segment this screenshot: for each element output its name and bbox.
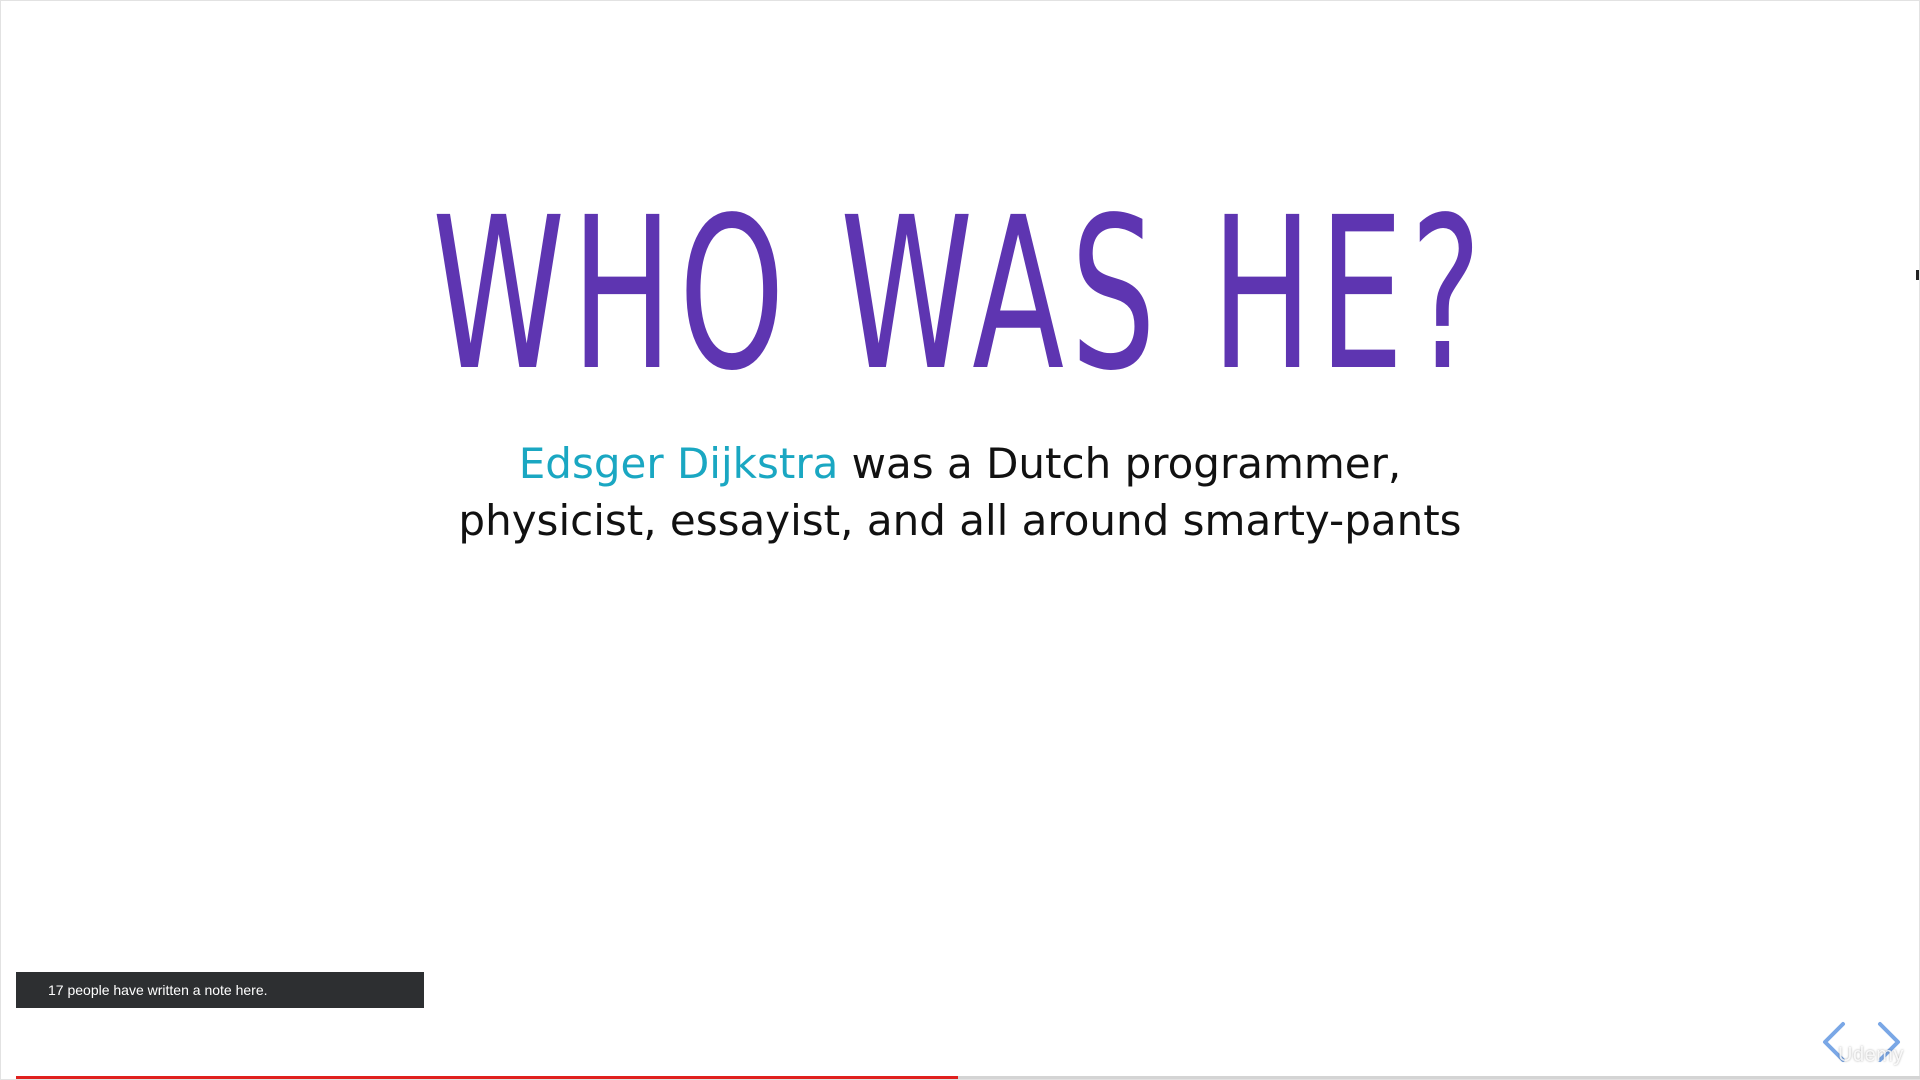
progress-fill: [16, 1076, 959, 1079]
body-line-1: Edsger Dijkstra was a Dutch programmer,: [0, 435, 1920, 492]
highlighted-name: Edsger Dijkstra: [518, 439, 839, 488]
progress-bar[interactable]: [16, 1076, 1920, 1079]
video-player[interactable]: WHO WAS HE? Edsger Dijkstra was a Dutch …: [0, 0, 1920, 1080]
notes-banner[interactable]: 17 people have written a note here.: [16, 972, 424, 1008]
body-line-2: physicist, essayist, and all around smar…: [458, 496, 1462, 545]
body-line-1-text: was a Dutch programmer,: [838, 439, 1402, 488]
slide-title: WHO WAS HE?: [432, 172, 1488, 417]
udemy-watermark: Udemy: [1838, 1044, 1904, 1066]
slide-body: Edsger Dijkstra was a Dutch programmer, …: [0, 435, 1920, 549]
mouse-cursor: [1916, 270, 1919, 280]
